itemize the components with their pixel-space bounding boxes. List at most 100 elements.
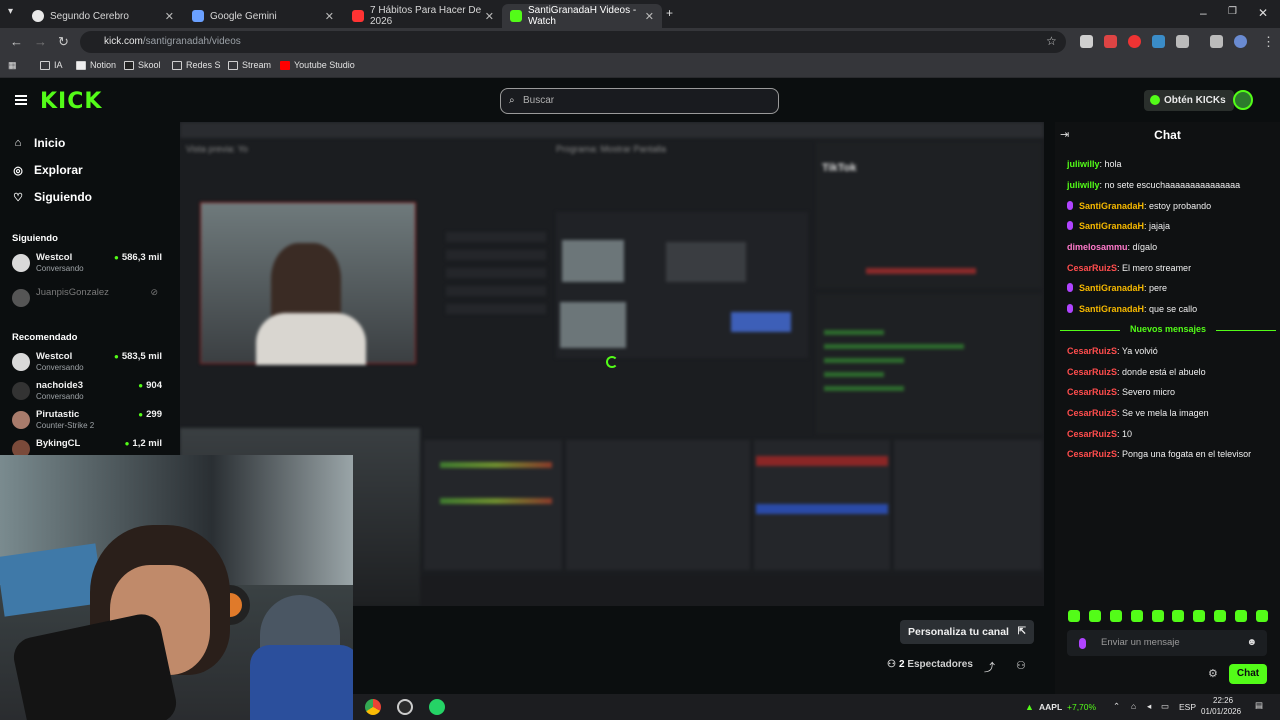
send-chat-button[interactable]: Chat <box>1229 664 1267 684</box>
search-input[interactable]: ⌕ Buscar <box>500 88 779 114</box>
browser-tab-2[interactable]: Google Gemini ✕ <box>184 4 342 28</box>
sidebar-channel-nachoide3[interactable]: nachoide3 Conversando 904 <box>12 380 162 404</box>
chat-username[interactable]: CesarRuizS <box>1067 367 1117 377</box>
extension-icon[interactable] <box>1152 35 1165 48</box>
browser-tab-1[interactable]: Segundo Cerebro ✕ <box>24 4 182 28</box>
emote-icon[interactable] <box>1151 610 1164 622</box>
close-window-icon[interactable]: ✕ <box>1258 6 1268 20</box>
chat-username[interactable]: CesarRuizS <box>1067 449 1117 459</box>
sidebar-channel-westcol-rec[interactable]: Westcol Conversando 583,5 mil <box>12 351 162 375</box>
get-kicks-button[interactable]: Obtén KICKs <box>1144 90 1234 111</box>
emote-icon[interactable] <box>1068 610 1080 622</box>
notifications-icon[interactable]: ▤ <box>1255 700 1263 711</box>
bookmark-redes[interactable]: Redes S <box>172 60 221 70</box>
emote-icon[interactable] <box>1235 610 1247 622</box>
chat-username[interactable]: CesarRuizS <box>1067 263 1117 273</box>
sidebar-channel-westcol[interactable]: Westcol Conversando 586,3 mil <box>12 252 162 276</box>
extension-icon[interactable] <box>1104 35 1117 48</box>
nav-inicio[interactable]: ⌂ Inicio <box>12 136 66 150</box>
url-host: kick.com <box>104 36 143 47</box>
user-avatar[interactable] <box>1233 90 1253 110</box>
volume-icon[interactable]: ◂ <box>1147 701 1151 712</box>
extensions-puzzle-icon[interactable] <box>1176 35 1189 48</box>
emote-icon[interactable] <box>1255 610 1268 622</box>
tab-close-icon[interactable]: ✕ <box>485 10 494 23</box>
bookmark-stream[interactable]: Stream <box>228 60 271 70</box>
emote-icon[interactable] <box>1214 610 1227 622</box>
tab-search-icon[interactable]: ▾ <box>8 6 13 17</box>
sidebar-channel-juanpis[interactable]: JuanpisGonzalez ⊘ <box>12 287 162 311</box>
search-placeholder: Buscar <box>523 95 555 106</box>
extension-icon[interactable] <box>1128 35 1141 48</box>
minimize-icon[interactable]: – <box>1200 6 1207 20</box>
more-menu-icon[interactable]: ⋮ <box>1262 34 1275 50</box>
emote-icon[interactable] <box>1088 610 1101 622</box>
chat-username[interactable]: SantiGranadaH <box>1079 221 1144 231</box>
chat-text: Severo micro <box>1122 387 1176 397</box>
chat-text: Se ve mela la imagen <box>1122 408 1209 418</box>
maximize-icon[interactable]: ❐ <box>1228 6 1237 17</box>
bookmark-skool[interactable]: Skool <box>124 60 161 70</box>
share-icon[interactable]: ⤴ <box>984 659 995 675</box>
tab-close-icon[interactable]: ✕ <box>165 10 174 23</box>
forward-icon[interactable]: → <box>34 34 47 49</box>
emote-icon[interactable] <box>1193 610 1206 622</box>
obs-icon[interactable] <box>397 699 413 715</box>
chat-username[interactable]: CesarRuizS <box>1067 429 1117 439</box>
apps-grid-icon[interactable]: ▦ <box>8 60 17 71</box>
reload-icon[interactable]: ↻ <box>58 34 69 50</box>
browser-tab-4[interactable]: SantiGranadaH Videos - Watch ✕ <box>502 4 662 28</box>
viewer-count: 583,5 mil <box>114 351 162 362</box>
emote-bar <box>1068 610 1268 624</box>
emote-icon[interactable] <box>1109 610 1122 622</box>
tab-close-icon[interactable]: ✕ <box>645 10 654 23</box>
channel-category: Conversando <box>36 363 84 372</box>
profile-avatar-icon[interactable] <box>1234 35 1247 48</box>
emoji-icon[interactable]: ☻ <box>1246 630 1257 656</box>
bookmark-youtube-studio[interactable]: Youtube Studio <box>280 60 355 70</box>
chat-username[interactable]: juliwilly <box>1067 159 1100 169</box>
chat-message: CesarRuizS: Ya volvió <box>1067 346 1158 356</box>
language-indicator[interactable]: ESP <box>1179 702 1196 712</box>
tab-favicon-icon <box>192 10 204 22</box>
nav-siguiendo[interactable]: ♡ Siguiendo <box>12 190 92 204</box>
nav-explorar[interactable]: ◎ Explorar <box>12 163 83 177</box>
ticker-change: +7,70% <box>1067 702 1097 712</box>
browser-tab-3[interactable]: 7 Hábitos Para Hacer De 2026 ✕ <box>344 4 502 28</box>
chrome-icon[interactable] <box>365 699 381 715</box>
chat-username[interactable]: CesarRuizS <box>1067 387 1117 397</box>
emote-icon[interactable] <box>1130 610 1143 622</box>
chat-username[interactable]: SantiGranadaH <box>1079 304 1144 314</box>
chat-settings-gear-icon[interactable]: ⚙ <box>1208 667 1218 680</box>
recommended-heading: Recomendado <box>12 332 78 343</box>
tray-chevron-icon[interactable]: ⌃ <box>1113 701 1120 712</box>
chat-username[interactable]: SantiGranadaH <box>1079 201 1144 211</box>
customize-channel-button[interactable]: Personaliza tu canal ⇱ <box>900 620 1034 644</box>
network-icon[interactable]: ⌂ <box>1131 701 1136 711</box>
bookmark-star-icon[interactable]: ☆ <box>1046 34 1057 48</box>
chat-username[interactable]: CesarRuizS <box>1067 346 1117 356</box>
add-user-icon[interactable]: ⚇ <box>1016 659 1026 672</box>
sidebar-channel-pirutastic[interactable]: Pirutastic Counter-Strike 2 299 <box>12 409 162 433</box>
kick-logo[interactable]: KICK <box>40 89 102 114</box>
bookmark-notion[interactable]: Notion <box>76 60 116 70</box>
chat-username[interactable]: CesarRuizS <box>1067 408 1117 418</box>
back-icon[interactable]: ← <box>10 34 23 49</box>
viewers-icon: ⚇ <box>887 659 896 670</box>
bookmark-ia[interactable]: IA <box>40 60 63 70</box>
reading-list-icon[interactable] <box>1210 35 1223 48</box>
display-icon[interactable]: ▭ <box>1161 701 1169 712</box>
chat-message-input[interactable]: Enviar un mensaje ☻ <box>1067 630 1267 656</box>
emote-icon[interactable] <box>1172 610 1185 622</box>
address-bar[interactable]: kick.com/santigranadah/videos <box>80 31 1066 53</box>
whatsapp-icon[interactable] <box>429 699 445 715</box>
obs-preview-cam <box>200 202 416 365</box>
extension-icon[interactable] <box>1080 35 1093 48</box>
hamburger-menu-icon[interactable] <box>15 95 27 105</box>
chat-username[interactable]: SantiGranadaH <box>1079 283 1144 293</box>
stock-trend-icon: ▲ <box>1025 702 1034 712</box>
new-tab-icon[interactable]: + <box>666 6 673 20</box>
tab-close-icon[interactable]: ✕ <box>325 10 334 23</box>
chat-username[interactable]: juliwilly <box>1067 180 1100 190</box>
chat-username[interactable]: dimelosammu <box>1067 242 1128 252</box>
